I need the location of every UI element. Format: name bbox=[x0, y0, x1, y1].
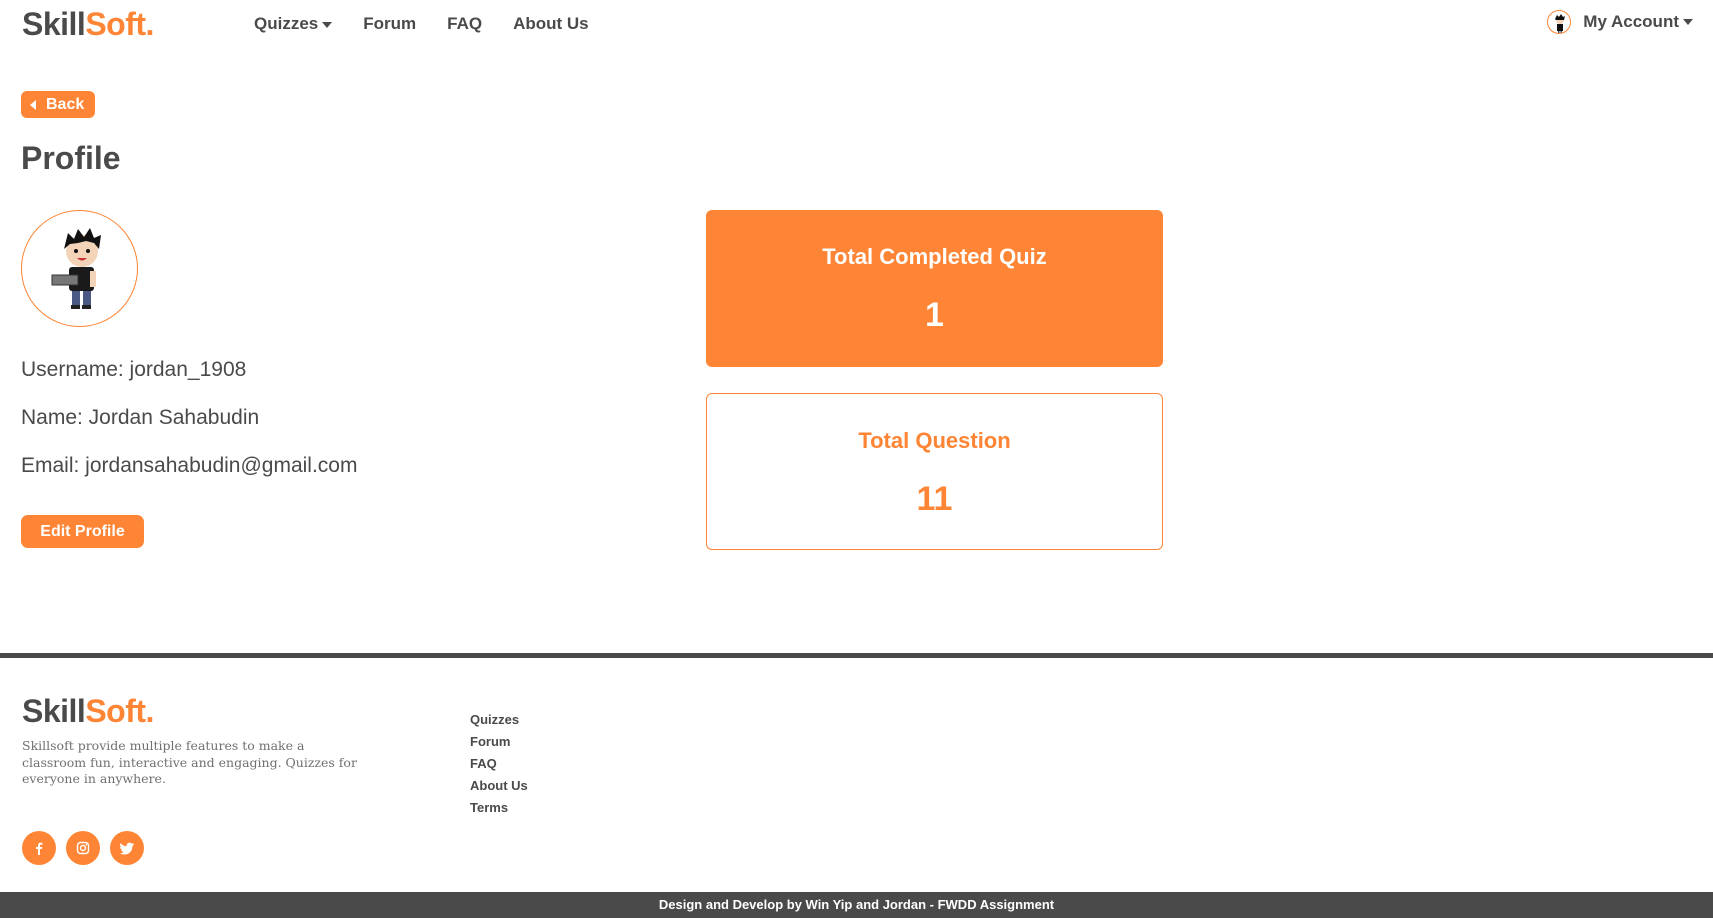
nav-item-quizzes[interactable]: Quizzes bbox=[254, 14, 333, 34]
edit-profile-button[interactable]: Edit Profile bbox=[21, 515, 144, 548]
page-title: Profile bbox=[21, 140, 121, 176]
total-question-card: Total Question 11 bbox=[706, 393, 1163, 550]
account-menu[interactable]: My Account bbox=[1547, 10, 1693, 34]
footer-link-forum[interactable]: Forum bbox=[470, 734, 528, 749]
completed-quiz-label: Total Completed Quiz bbox=[822, 244, 1047, 269]
footer-logo-part1: Skill bbox=[22, 693, 86, 729]
profile-email: Email: jordansahabudin@gmail.com bbox=[21, 454, 358, 477]
nav-item-about[interactable]: About Us bbox=[513, 14, 589, 34]
back-label: Back bbox=[46, 95, 85, 113]
total-question-value: 11 bbox=[916, 480, 953, 518]
facebook-icon[interactable] bbox=[22, 831, 56, 865]
caret-left-icon bbox=[30, 99, 36, 110]
footer-link-terms[interactable]: Terms bbox=[470, 800, 528, 815]
social-links bbox=[22, 831, 144, 865]
profile-avatar bbox=[21, 210, 138, 327]
brand-logo-part1: Skill bbox=[22, 6, 86, 42]
twitter-icon[interactable] bbox=[110, 831, 144, 865]
profile-username: Username: jordan_1908 bbox=[21, 358, 247, 381]
copyright-bar: Design and Develop by Win Yip and Jordan… bbox=[0, 892, 1713, 918]
chevron-down-icon bbox=[322, 21, 333, 28]
nav-item-forum[interactable]: Forum bbox=[363, 14, 416, 34]
footer-logo[interactable]: SkillSoft. bbox=[22, 693, 154, 730]
user-avatar-small[interactable] bbox=[1547, 10, 1572, 34]
footer-link-quizzes[interactable]: Quizzes bbox=[470, 712, 528, 727]
instagram-icon[interactable] bbox=[66, 831, 100, 865]
footer-link-about[interactable]: About Us bbox=[470, 778, 528, 793]
footer-description: Skillsoft provide multiple features to m… bbox=[22, 738, 357, 786]
top-navbar: SkillSoft. Quizzes Forum FAQ About Us My… bbox=[0, 0, 1713, 50]
total-question-label: Total Question bbox=[858, 428, 1011, 453]
brand-logo[interactable]: SkillSoft. bbox=[22, 6, 154, 43]
brand-logo-part2: Soft. bbox=[85, 6, 154, 42]
main-nav: Quizzes Forum FAQ About Us bbox=[254, 14, 589, 34]
footer-divider bbox=[0, 653, 1713, 658]
profile-name: Name: Jordan Sahabudin bbox=[21, 406, 260, 429]
completed-quiz-value: 1 bbox=[925, 296, 944, 334]
completed-quiz-card: Total Completed Quiz 1 bbox=[706, 210, 1163, 367]
back-button[interactable]: Back bbox=[21, 91, 95, 118]
account-label: My Account bbox=[1583, 12, 1679, 31]
chevron-down-icon bbox=[1683, 19, 1693, 25]
footer-link-faq[interactable]: FAQ bbox=[470, 756, 528, 771]
footer-links: Quizzes Forum FAQ About Us Terms bbox=[470, 712, 528, 815]
nav-quizzes-label: Quizzes bbox=[254, 14, 319, 33]
footer-logo-part2: Soft. bbox=[85, 693, 154, 729]
nav-item-faq[interactable]: FAQ bbox=[447, 14, 482, 34]
